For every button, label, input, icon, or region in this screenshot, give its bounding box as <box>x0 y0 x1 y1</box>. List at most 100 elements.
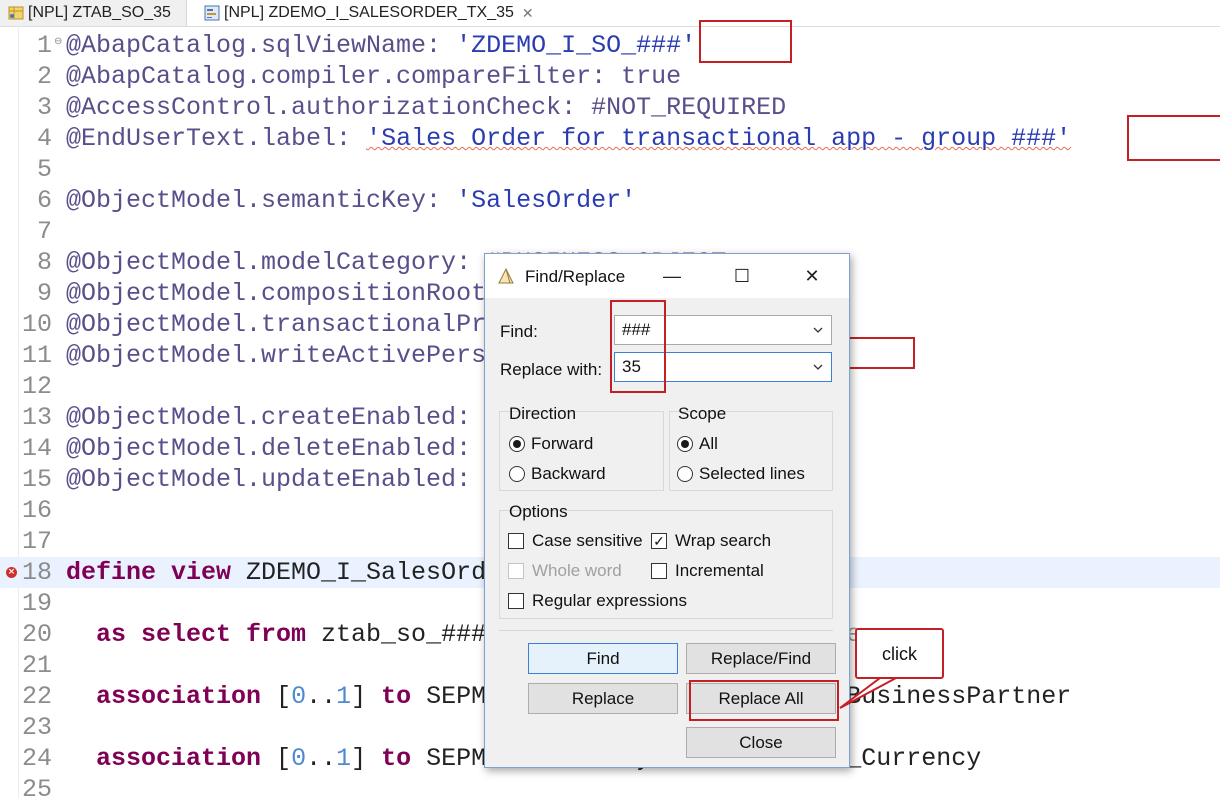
code-token: true <box>621 62 682 91</box>
highlight-box-replace-all <box>689 680 839 721</box>
tab-label: [NPL] ZDEMO_I_SALESORDER_TX_35 <box>224 4 514 21</box>
code-token: _Currency <box>846 744 982 773</box>
whole-word-checkbox: Whole word <box>508 561 622 581</box>
case-sensitive-checkbox[interactable]: Case sensitive <box>508 531 643 551</box>
radio-selected-icon <box>677 436 693 452</box>
line-number: 20 <box>21 620 52 649</box>
highlight-box-find-replace-values <box>610 300 666 393</box>
code-text: @AbapCatalog.compiler.compareFilter: tru… <box>66 61 681 92</box>
click-callout: click <box>855 628 944 679</box>
code-line[interactable]: 1 ⊖ @AbapCatalog.sqlViewName: 'ZDEMO_I_SO_… <box>0 30 1220 61</box>
line-number: 17 <box>21 527 52 556</box>
code-token: @AccessControl.authorizationCheck: <box>66 93 592 122</box>
scope-title: Scope <box>678 404 727 423</box>
dialog-titlebar[interactable]: Find/Replace — ☐ ✕ <box>485 254 849 298</box>
find-button[interactable]: Find <box>528 643 678 674</box>
code-token: to <box>366 744 427 773</box>
code-token: 'Sales Order for transactional app - gro… <box>366 124 1072 153</box>
maximize-button[interactable]: ☐ <box>719 260 765 292</box>
code-line[interactable]: 5 <box>0 154 1220 185</box>
radio-icon <box>509 466 525 482</box>
radio-selected-icon <box>509 436 525 452</box>
code-text: @AbapCatalog.sqlViewName: 'ZDEMO_I_SO_##… <box>66 30 696 61</box>
editor-tab-bar: [NPL] ZTAB_SO_35 [NPL] ZDEMO_I_SALESORDE… <box>0 0 1220 27</box>
incremental-checkbox[interactable]: Incremental <box>651 561 764 581</box>
close-button[interactable]: Close <box>686 727 836 758</box>
line-number: 7 <box>36 217 52 246</box>
replace-with-label: Replace with: <box>500 360 603 379</box>
code-token: as select from <box>66 620 322 649</box>
code-token: .. <box>306 682 337 711</box>
line-number: 4 <box>36 124 52 153</box>
line-number: 9 <box>36 279 52 308</box>
tab-ztab-so[interactable]: [NPL] ZTAB_SO_35 <box>0 0 187 26</box>
code-token: .. <box>306 744 337 773</box>
line-number: 19 <box>21 589 52 618</box>
code-token: @AbapCatalog.sqlViewName: <box>66 31 457 60</box>
separator <box>499 630 833 631</box>
replace-button[interactable]: Replace <box>528 683 678 714</box>
chevron-down-icon <box>813 364 823 370</box>
regex-checkbox[interactable]: Regular expressions <box>508 591 687 611</box>
code-token: 0 <box>291 682 307 711</box>
cds-view-icon <box>204 5 220 21</box>
fold-icon[interactable]: ⊖ <box>54 36 62 47</box>
code-token: @ObjectModel.createEnabled: true <box>66 403 547 432</box>
code-token: ] <box>351 682 367 711</box>
checkbox-disabled-icon <box>508 563 524 579</box>
line-number: 8 <box>36 248 52 277</box>
code-token: 0 <box>291 744 307 773</box>
code-text: @ObjectModel.updateEnabled: true <box>66 464 546 495</box>
scope-all-radio[interactable]: All <box>677 434 718 454</box>
code-line[interactable]: 25 <box>0 774 1220 798</box>
incremental-label: Incremental <box>675 561 764 580</box>
code-line[interactable]: 7 <box>0 216 1220 247</box>
line-number: 14 <box>21 434 52 463</box>
callout-pointer <box>839 677 897 709</box>
checkbox-icon <box>508 533 524 549</box>
code-token: @ObjectModel.semanticKey: <box>66 186 457 215</box>
forward-label: Forward <box>531 434 594 453</box>
line-number: 6 <box>36 186 52 215</box>
wrap-search-checkbox[interactable]: ✓ Wrap search <box>651 531 771 551</box>
dialog-title: Find/Replace <box>525 267 626 286</box>
line-number: 22 <box>21 682 52 711</box>
whole-word-label: Whole word <box>532 561 622 580</box>
line-number: 21 <box>21 651 52 680</box>
scope-all-label: All <box>699 434 718 453</box>
options-title: Options <box>509 502 568 521</box>
code-token: @ObjectModel.updateEnabled: true <box>66 465 547 494</box>
line-number: 23 <box>21 713 52 742</box>
code-line[interactable]: 2 @AbapCatalog.compiler.compareFilter: tr… <box>0 61 1220 92</box>
checkbox-icon <box>508 593 524 609</box>
backward-radio[interactable]: Backward <box>509 464 606 484</box>
line-number: 3 <box>36 93 52 122</box>
code-line[interactable]: 4 @EndUserText.label: 'Sales Order for tr… <box>0 123 1220 154</box>
close-tab-icon[interactable]: ✕ <box>522 5 534 22</box>
code-token: [ <box>276 682 292 711</box>
code-text: @AccessControl.authorizationCheck: #NOT_… <box>66 92 786 123</box>
find-label: Find: <box>500 322 538 341</box>
code-line[interactable]: 3 @AccessControl.authorizationCheck: #NOT… <box>0 92 1220 123</box>
selected-lines-label: Selected lines <box>699 464 805 483</box>
tab-zdemo-salesorder[interactable]: [NPL] ZDEMO_I_SALESORDER_TX_35 ✕ <box>196 0 548 26</box>
line-number: 16 <box>21 496 52 525</box>
highlight-box-label <box>1127 115 1220 161</box>
minimize-button[interactable]: — <box>649 260 695 292</box>
line-number: 15 <box>21 465 52 494</box>
checkbox-checked-icon: ✓ <box>651 533 667 549</box>
replace-find-button[interactable]: Replace/Find <box>686 643 836 674</box>
line-number: 18 <box>21 558 52 587</box>
code-text: @EndUserText.label: 'Sales Order for tra… <box>66 123 1071 154</box>
code-token: define view <box>66 558 247 587</box>
code-token: association <box>66 682 277 711</box>
line-number: 13 <box>21 403 52 432</box>
forward-radio[interactable]: Forward <box>509 434 593 454</box>
checkbox-icon <box>651 563 667 579</box>
line-number: 25 <box>21 775 52 798</box>
line-number: 10 <box>21 310 52 339</box>
selected-lines-radio[interactable]: Selected lines <box>677 464 805 484</box>
code-line[interactable]: 6 @ObjectModel.semanticKey: 'SalesOrder' <box>0 185 1220 216</box>
code-text: @ObjectModel.createEnabled: true <box>66 402 546 433</box>
close-window-button[interactable]: ✕ <box>789 260 835 292</box>
